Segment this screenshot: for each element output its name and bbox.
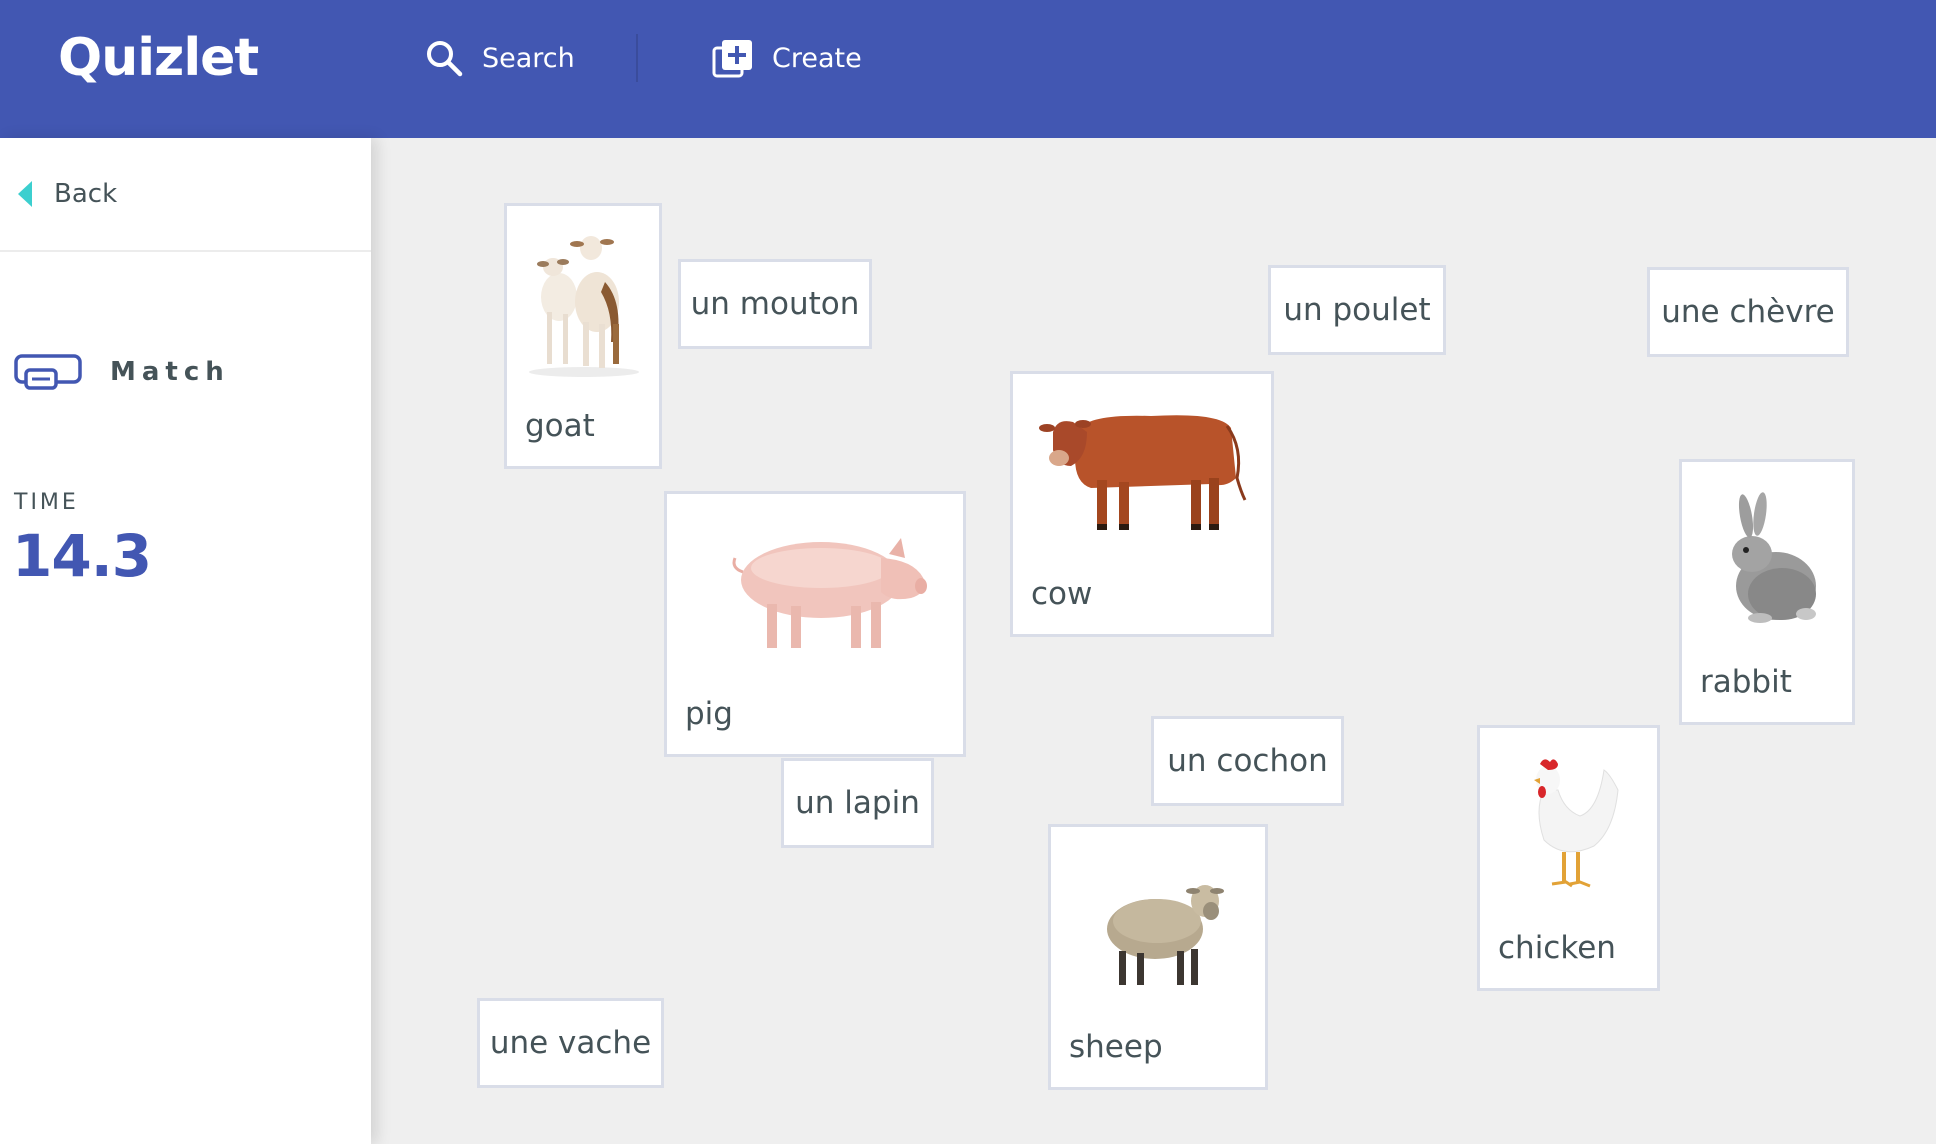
image-card-cow[interactable]: cow: [1010, 371, 1274, 637]
sheep-image: [1107, 885, 1224, 985]
create-plus-icon: [712, 40, 752, 78]
quizlet-logo[interactable]: Quizlet: [58, 28, 259, 88]
chicken-image: [1534, 759, 1619, 888]
card-label: pig: [685, 696, 733, 732]
term-card-une-vache[interactable]: une vache: [477, 998, 664, 1088]
image-card-pig[interactable]: pig: [664, 491, 966, 757]
back-label: Back: [54, 179, 118, 209]
search-button[interactable]: Search: [424, 34, 575, 82]
nav-divider: [636, 34, 638, 82]
time-value: 14.3: [12, 522, 152, 590]
sidebar-divider: [0, 250, 371, 252]
back-button[interactable]: Back: [18, 174, 117, 214]
top-nav-bar: Quizlet Search Create: [0, 0, 1936, 138]
term-card-un-cochon[interactable]: un cochon: [1151, 716, 1344, 806]
term-card-un-lapin[interactable]: un lapin: [781, 758, 934, 848]
card-label: goat: [525, 408, 595, 444]
search-label: Search: [482, 42, 575, 74]
match-mode-indicator: Match: [14, 352, 230, 392]
card-label: un cochon: [1167, 743, 1328, 779]
card-label: un poulet: [1283, 292, 1431, 328]
search-icon: [427, 41, 463, 77]
image-card-chicken[interactable]: chicken: [1477, 725, 1660, 991]
card-label: chicken: [1498, 930, 1616, 966]
mode-label: Match: [110, 357, 230, 387]
rabbit-image: [1732, 492, 1816, 623]
card-label: un lapin: [795, 785, 920, 821]
match-icon: [14, 354, 82, 390]
create-button[interactable]: Create: [712, 34, 862, 82]
card-label: rabbit: [1700, 664, 1792, 700]
create-label: Create: [772, 42, 862, 74]
term-card-un-poulet[interactable]: un poulet: [1268, 265, 1446, 355]
goat-image: [529, 236, 639, 377]
time-label: TIME: [14, 490, 79, 515]
card-label: une vache: [489, 1025, 652, 1061]
card-label: sheep: [1069, 1029, 1163, 1065]
term-card-une-chevre[interactable]: une chèvre: [1647, 267, 1849, 357]
image-card-goat[interactable]: goat: [504, 203, 662, 469]
cow-image: [1039, 415, 1247, 530]
image-card-sheep[interactable]: sheep: [1048, 824, 1268, 1090]
card-label: une chèvre: [1661, 294, 1835, 330]
image-card-rabbit[interactable]: rabbit: [1679, 459, 1855, 725]
card-label: cow: [1031, 576, 1093, 612]
card-label: un mouton: [690, 286, 860, 322]
pig-image: [732, 538, 927, 648]
chevron-left-icon: [18, 181, 32, 207]
term-card-un-mouton[interactable]: un mouton: [678, 259, 872, 349]
sidebar: Back Match TIME 14.3: [0, 138, 371, 1144]
